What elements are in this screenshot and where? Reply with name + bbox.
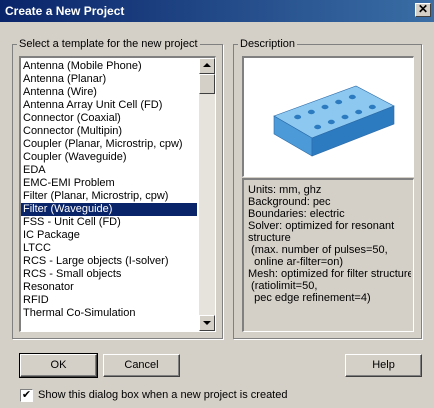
- template-preview: [242, 56, 414, 177]
- arrow-up-icon: [203, 63, 211, 67]
- template-list-item[interactable]: Connector (Multipin): [21, 125, 197, 138]
- filter-notch-icon: [355, 109, 363, 115]
- description-line: Boundaries: electric: [248, 208, 345, 220]
- filter-notch-icon: [335, 99, 343, 105]
- filter-notch-icon: [348, 94, 356, 100]
- description-text: Units: mm, ghz Background: pec Boundaries:…: [248, 184, 411, 304]
- scroll-down-button[interactable]: [199, 315, 215, 331]
- show-dialog-checkbox[interactable]: ✔: [20, 389, 33, 402]
- template-list-item[interactable]: RCS - Small objects: [21, 268, 197, 281]
- description-line: (ratiolimit=50,: [248, 280, 318, 292]
- template-scrollbar[interactable]: [199, 58, 215, 331]
- filter-notch-icon: [307, 109, 315, 115]
- template-list-item[interactable]: RFID: [21, 294, 197, 307]
- show-dialog-label: Show this dialog box when a new project …: [38, 389, 288, 401]
- template-list-item[interactable]: Filter (Waveguide): [21, 203, 197, 216]
- filter-notch-icon: [321, 104, 329, 110]
- description-line: Units: mm, ghz: [248, 184, 322, 196]
- template-list-item[interactable]: IC Package: [21, 229, 197, 242]
- template-list-item[interactable]: LTCC: [21, 242, 197, 255]
- filter-notch-icon: [341, 114, 349, 120]
- template-list-item[interactable]: Connector (Coaxial): [21, 112, 197, 125]
- description-line: Mesh: optimized for filter structure: [248, 268, 411, 280]
- template-list-item[interactable]: RCS - Large objects (I-solver): [21, 255, 197, 268]
- cancel-button[interactable]: Cancel: [103, 354, 180, 377]
- filter-notch-icon: [327, 119, 335, 125]
- template-list-item[interactable]: Antenna Array Unit Cell (FD): [21, 99, 197, 112]
- scroll-thumb[interactable]: [199, 74, 215, 94]
- title-bar[interactable]: Create a New Project ✕: [0, 0, 434, 22]
- help-button[interactable]: Help: [345, 354, 422, 377]
- description-group-legend: Description: [240, 38, 296, 50]
- ok-button[interactable]: OK: [19, 353, 98, 378]
- description-line: Background: pec: [248, 196, 331, 208]
- description-line: Solver: optimized for resonant: [248, 220, 395, 232]
- template-group-legend: Select a template for the new project: [19, 38, 198, 50]
- template-list-item[interactable]: Antenna (Wire): [21, 86, 197, 99]
- template-list: Antenna (Mobile Phone) Antenna (Planar) An…: [21, 60, 197, 320]
- template-list-item[interactable]: EDA: [21, 164, 197, 177]
- template-list-item[interactable]: Thermal Co-Simulation: [21, 307, 197, 320]
- description-line: structure: [248, 232, 291, 244]
- template-list-item[interactable]: EMC-EMI Problem: [21, 177, 197, 190]
- close-button[interactable]: ✕: [415, 3, 431, 17]
- template-list-item[interactable]: FSS - Unit Cell (FD): [21, 216, 197, 229]
- arrow-down-icon: [203, 321, 211, 325]
- waveguide-filter-icon: [273, 85, 395, 157]
- description-line: pec edge refinement=4): [248, 292, 371, 304]
- filter-notch-icon: [368, 104, 376, 110]
- template-list-item[interactable]: Antenna (Planar): [21, 73, 197, 86]
- checkmark-icon: ✔: [21, 389, 32, 401]
- template-listbox[interactable]: Antenna (Mobile Phone) Antenna (Planar) An…: [19, 56, 216, 332]
- template-list-item[interactable]: Filter (Planar, Microstrip, cpw): [21, 190, 197, 203]
- close-icon: ✕: [417, 2, 429, 16]
- template-description: Units: mm, ghz Background: pec Boundaries:…: [242, 178, 414, 332]
- description-line: (max. number of pulses=50,: [248, 244, 388, 256]
- description-line: online ar-filter=on): [248, 256, 344, 268]
- scroll-up-button[interactable]: [199, 58, 215, 74]
- window-title: Create a New Project: [5, 4, 125, 18]
- filter-notch-icon: [314, 124, 322, 130]
- template-list-item[interactable]: Resonator: [21, 281, 197, 294]
- template-list-item[interactable]: Coupler (Waveguide): [21, 151, 197, 164]
- template-list-item[interactable]: Antenna (Mobile Phone): [21, 60, 197, 73]
- filter-notch-icon: [294, 114, 302, 120]
- create-project-dialog: Create a New Project ✕ Select a template…: [0, 0, 434, 408]
- template-list-item[interactable]: Coupler (Planar, Microstrip, cpw): [21, 138, 197, 151]
